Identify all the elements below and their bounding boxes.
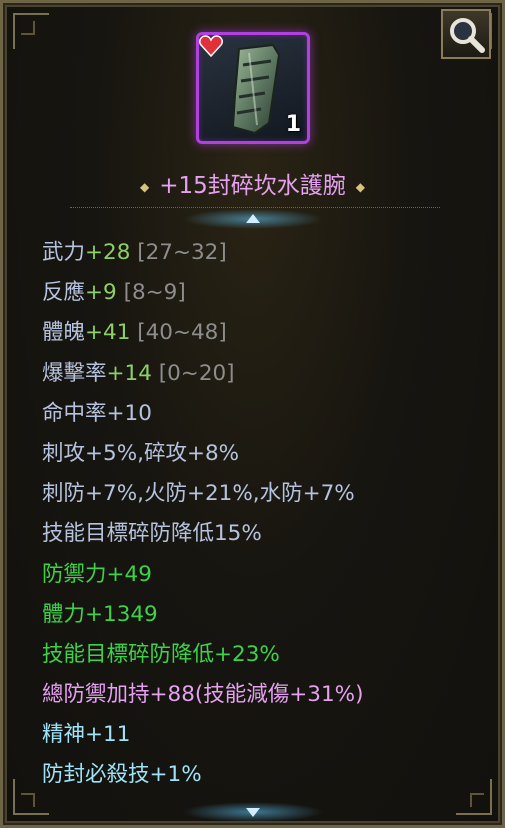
extra-stat-row: 命中率+10 <box>42 400 152 426</box>
stat-bonus: +41 <box>85 320 131 346</box>
stat-row: 武力+28 [27~32] <box>42 236 492 276</box>
item-quantity: 1 <box>285 112 301 137</box>
stat-range: [0~20] <box>158 360 235 386</box>
extra-stat-row: 體力+1349 <box>42 601 158 627</box>
extra-stat-row: 防禦力+49 <box>42 561 152 587</box>
stat-range: [27~32] <box>137 240 227 265</box>
diamond-ornament-icon: ◆ <box>139 179 150 194</box>
magnifier-icon <box>450 18 485 53</box>
item-name-row: ◆ +15封碎坎水護腕 ◆ <box>0 166 505 200</box>
stat-bonus: +14 <box>106 360 152 386</box>
heart-icon <box>199 35 223 57</box>
stat-label: 武力 <box>42 240 86 265</box>
stat-label: 反應 <box>42 280 86 306</box>
extra-stat-row: 技能目標碎防降低15% <box>42 521 262 547</box>
extra-stat-row: 刺防+7%,火防+21%,水防+7% <box>42 481 355 507</box>
stat-label: 體魄 <box>42 320 86 346</box>
stat-bonus: +28 <box>85 240 131 265</box>
extra-stat-row: 總防禦加持+88(技能減傷+31%) <box>42 682 364 708</box>
stat-row: 反應+9 [8~9] <box>42 276 492 316</box>
corner-ornament-top-left <box>13 13 49 49</box>
diamond-ornament-icon: ◆ <box>355 179 365 194</box>
stat-list: 武力+28 [27~32] 反應+9 [8~9] 體魄+41 [40~48] 爆… <box>42 236 492 799</box>
extra-stat-row: 防封必殺技+1% <box>42 762 202 788</box>
stat-row: 爆擊率+14 [0~20] <box>42 357 492 397</box>
stat-row: 體魄+41 [40~48] <box>42 316 492 356</box>
extra-stat-row: 精神+11 <box>42 722 131 748</box>
scroll-up-arrow-icon[interactable] <box>0 205 505 231</box>
item-name: +15封碎坎水護腕 <box>159 173 346 199</box>
stat-label: 爆擊率 <box>42 360 107 386</box>
item-icon-slot[interactable]: 1 <box>196 32 310 144</box>
stat-bonus: +9 <box>85 280 117 306</box>
extra-stat-row: 刺攻+5%,碎攻+8% <box>42 440 240 466</box>
stat-range: [40~48] <box>137 320 227 346</box>
scroll-down-arrow-icon[interactable] <box>0 800 505 826</box>
zoom-button[interactable] <box>441 9 491 59</box>
extra-stat-row: 技能目標碎防降低+23% <box>42 641 280 667</box>
stat-range: [8~9] <box>123 280 186 306</box>
